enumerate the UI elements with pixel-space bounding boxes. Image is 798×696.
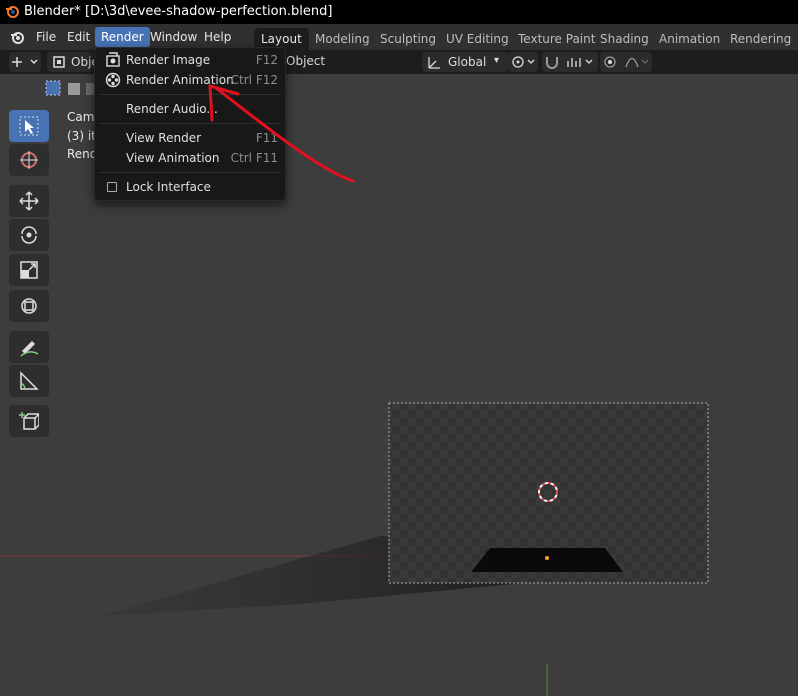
render-menu-dropdown: Render Image F12 Render Animation Ctrl F…: [94, 47, 286, 201]
measure-tool[interactable]: [9, 365, 49, 397]
render-image-icon: [106, 52, 120, 67]
workspace-tab-modeling[interactable]: Modeling: [308, 28, 377, 50]
blender-logo-icon: [6, 6, 19, 18]
transform-tool[interactable]: [9, 290, 49, 322]
add-cube-tool[interactable]: [9, 405, 49, 437]
scale-tool[interactable]: [9, 254, 49, 286]
window-title: Blender* [D:\3d\evee-shadow-perfection.b…: [24, 4, 333, 19]
orientation-label: Global: [448, 55, 487, 69]
snap-controls[interactable]: [542, 52, 598, 72]
menu-help[interactable]: Help: [198, 27, 237, 47]
rotate-icon: [21, 226, 37, 244]
add-cube-icon: [19, 412, 39, 430]
view-animation-item[interactable]: View Animation Ctrl F11: [95, 148, 285, 168]
render-image-item[interactable]: Render Image F12: [95, 50, 285, 70]
render-image-shortcut: F12: [255, 53, 278, 67]
rotate-tool[interactable]: [9, 219, 49, 251]
annotate-tool[interactable]: [9, 331, 49, 363]
menu-separator: [99, 94, 281, 95]
menu-edit[interactable]: Edit: [61, 27, 96, 47]
proportional-editing-controls[interactable]: [600, 52, 652, 72]
scale-icon: [20, 261, 38, 279]
workspace-tab-texture-paint[interactable]: Texture Paint: [511, 28, 602, 50]
editor-type-icon: [12, 57, 38, 67]
select-box-icon: [19, 116, 39, 136]
title-bar: Blender* [D:\3d\evee-shadow-perfection.b…: [0, 0, 798, 24]
workspace-tab-shading[interactable]: Shading: [593, 28, 656, 50]
menu-separator: [99, 172, 281, 173]
render-image-label: Render Image: [126, 53, 211, 67]
render-animation-icon: [105, 72, 121, 88]
render-animation-item[interactable]: Render Animation Ctrl F12: [95, 70, 285, 90]
view-render-label: View Render: [126, 131, 202, 145]
workspace-tab-uv-editing[interactable]: UV Editing: [439, 28, 516, 50]
lock-interface-item[interactable]: Lock Interface: [95, 177, 285, 197]
menu-separator: [99, 123, 281, 124]
menu-window[interactable]: Window: [144, 27, 203, 47]
lock-interface-label: Lock Interface: [126, 180, 211, 194]
pivot-point-selector[interactable]: [508, 52, 538, 72]
view-animation-label: View Animation: [126, 151, 220, 165]
move-tool[interactable]: [9, 185, 49, 217]
menu-file[interactable]: File: [30, 27, 62, 47]
blender-menu-icon[interactable]: [9, 29, 25, 45]
view-render-item[interactable]: View Render F11: [95, 128, 285, 148]
workspace-tab-animation[interactable]: Animation: [652, 28, 727, 50]
lock-interface-checkbox[interactable]: [107, 182, 117, 192]
mode-selector[interactable]: Obje: [47, 52, 99, 72]
cursor-tool[interactable]: [9, 144, 49, 176]
transform-orientation-selector[interactable]: Global ▾: [422, 52, 508, 72]
measure-ruler-icon: [20, 371, 39, 390]
transform-icon: [21, 298, 37, 314]
view-render-shortcut: F11: [255, 131, 278, 145]
cursor-icon: [20, 151, 38, 169]
render-audio-label: Render Audio...: [126, 102, 218, 116]
render-animation-shortcut: Ctrl F12: [230, 73, 278, 87]
workspace-tab-rendering[interactable]: Rendering: [723, 28, 798, 50]
snap-magnet-icon: [546, 57, 593, 69]
editor-type-button[interactable]: [9, 52, 41, 72]
menu-render[interactable]: Render: [95, 27, 150, 47]
chevron-down-icon: ▾: [494, 55, 500, 66]
pivot-point-icon: [512, 56, 535, 68]
object-menu[interactable]: Object: [286, 54, 325, 68]
render-animation-label: Render Animation: [126, 73, 234, 87]
render-audio-item[interactable]: Render Audio...: [95, 99, 285, 119]
proportional-editing-icon: [604, 56, 649, 68]
annotate-pencil-icon: [20, 341, 39, 357]
workspace-tab-sculpting[interactable]: Sculpting: [373, 28, 443, 50]
orientation-icon: [428, 57, 440, 69]
select-box-tool[interactable]: [9, 110, 49, 142]
view-animation-shortcut: Ctrl F11: [230, 151, 278, 165]
object-origin: [545, 556, 549, 560]
move-icon: [19, 191, 39, 211]
object-mode-icon: [53, 56, 65, 68]
